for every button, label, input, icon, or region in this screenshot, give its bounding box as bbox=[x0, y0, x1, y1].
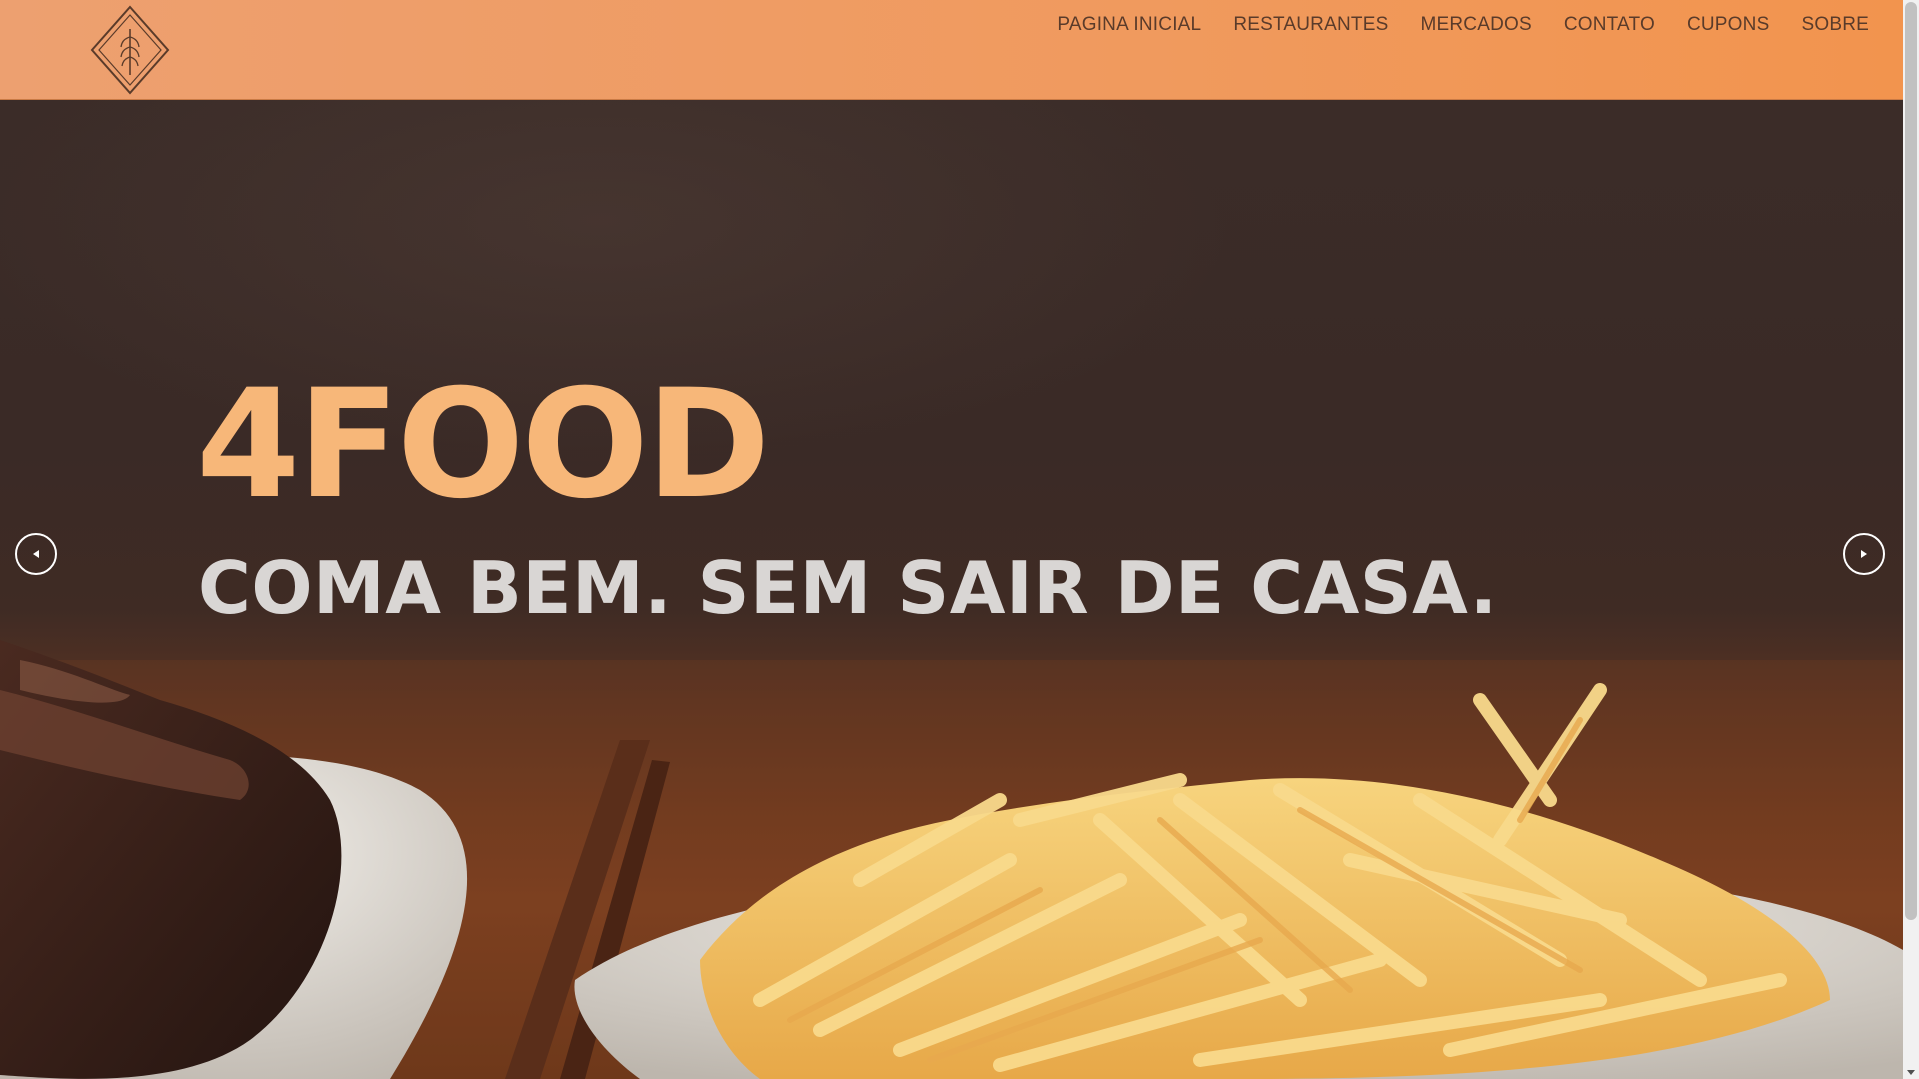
hero-title: 4FOOD bbox=[196, 358, 770, 532]
nav-item-sobre[interactable]: SOBRE bbox=[1785, 14, 1869, 36]
page: PAGINA INICIAL RESTAURANTES MERCADOS CON… bbox=[0, 0, 1919, 1079]
hero-subtitle: COMA BEM. SEM SAIR DE CASA. bbox=[198, 546, 1498, 630]
scrollbar-thumb[interactable] bbox=[1905, 2, 1917, 920]
nav-item-pagina-inicial[interactable]: PAGINA INICIAL bbox=[1041, 14, 1217, 36]
hero-slider: 4FOOD COMA BEM. SEM SAIR DE CASA. bbox=[0, 100, 1903, 1079]
nav-item-cupons[interactable]: CUPONS bbox=[1671, 14, 1786, 36]
nav-item-contato[interactable]: CONTATO bbox=[1548, 14, 1671, 36]
slider-next-button[interactable] bbox=[1843, 533, 1885, 575]
chevron-left-icon bbox=[33, 550, 39, 558]
nav-item-restaurantes[interactable]: RESTAURANTES bbox=[1217, 14, 1404, 36]
scroll-down-arrow-icon[interactable] bbox=[1907, 1070, 1915, 1075]
nav-item-mercados[interactable]: MERCADOS bbox=[1404, 14, 1547, 36]
page-scrollbar[interactable] bbox=[1903, 0, 1919, 1079]
chevron-right-icon bbox=[1861, 550, 1867, 558]
main-nav: PAGINA INICIAL RESTAURANTES MERCADOS CON… bbox=[1041, 14, 1869, 36]
slider-prev-button[interactable] bbox=[15, 533, 57, 575]
diamond-wheat-icon[interactable] bbox=[90, 5, 170, 95]
site-header: PAGINA INICIAL RESTAURANTES MERCADOS CON… bbox=[0, 0, 1903, 100]
